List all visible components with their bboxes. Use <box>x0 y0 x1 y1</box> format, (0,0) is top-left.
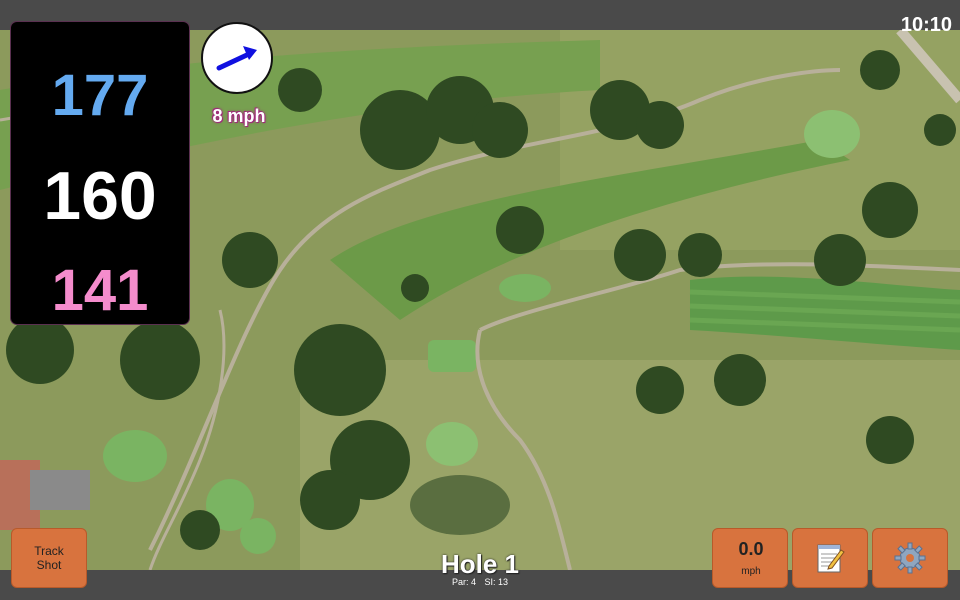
gear-icon <box>894 542 926 574</box>
pond <box>410 475 510 535</box>
speed-value: 0.0 <box>738 539 764 559</box>
green-middle <box>426 422 478 466</box>
tee-box <box>499 274 551 302</box>
notes-button[interactable] <box>792 528 868 588</box>
clock: 10:10 <box>900 14 952 36</box>
settings-button[interactable] <box>872 528 948 588</box>
track-shot-label-line2: Shot <box>36 558 62 572</box>
hole-par: Par: 4 <box>451 577 476 587</box>
wind-indicator <box>201 22 273 94</box>
tee-box-2 <box>428 340 476 372</box>
track-shot-label-line1: Track <box>34 544 64 558</box>
green-bottom <box>240 518 276 554</box>
hole-info: Par: 4 SI: 13 <box>380 577 580 587</box>
green-left <box>103 430 167 482</box>
distance-back: 177 <box>51 63 149 128</box>
green-hole-1 <box>804 110 860 158</box>
wind-speed: 8 mph <box>212 106 266 126</box>
parking-lot <box>30 470 90 510</box>
arrow-right-icon <box>216 46 257 71</box>
notepad-icon <box>817 544 845 573</box>
golf-gps-screen: 10:10 177 160 141 8 mph Track Shot Hole … <box>0 0 960 600</box>
hole-title: Hole 1 <box>440 549 520 579</box>
distance-middle: 160 <box>43 158 157 234</box>
distance-front: 141 <box>51 258 149 323</box>
speed-button[interactable]: 0.0 mph <box>712 528 788 588</box>
speed-unit: mph <box>741 566 761 577</box>
distance-panel: 177 160 141 <box>11 22 189 324</box>
hole-stroke-index: SI: 13 <box>484 577 509 587</box>
track-shot-button[interactable]: Track Shot <box>11 528 87 588</box>
